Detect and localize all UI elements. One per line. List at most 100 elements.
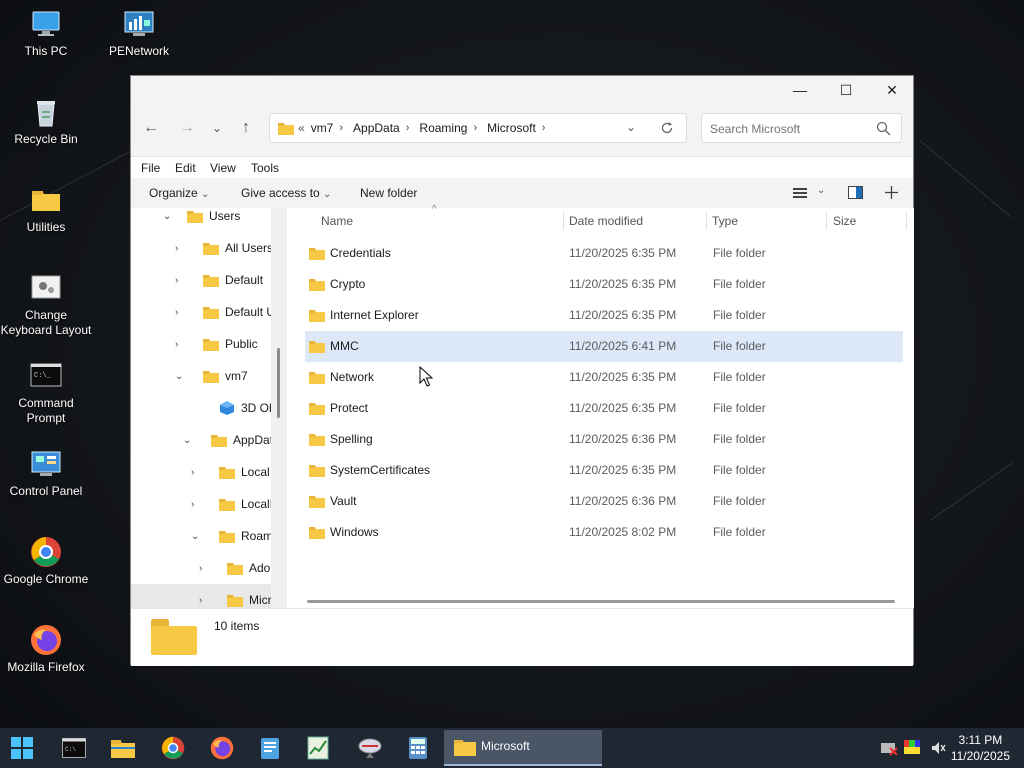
tree-item[interactable]: › All Users: [131, 232, 287, 264]
file-row[interactable]: Credentials 11/20/2025 6:35 PM File folder: [305, 238, 903, 269]
chevron-right-icon[interactable]: ›: [175, 275, 178, 286]
tree-item[interactable]: ⌄ Roamin: [131, 520, 287, 552]
column-header-date[interactable]: Date modified: [569, 208, 643, 234]
taskbar-task-manager[interactable]: [300, 732, 336, 764]
title-bar[interactable]: — ☐ ✕: [131, 76, 913, 104]
desktop-icon-recycle-bin[interactable]: Recycle Bin: [0, 96, 92, 147]
file-row[interactable]: Windows 11/20/2025 8:02 PM File folder: [305, 517, 903, 548]
file-row[interactable]: Network 11/20/2025 6:35 PM File folder: [305, 362, 903, 393]
desktop-icon-change-keyboard-layout[interactable]: Change Keyboard Layout: [0, 272, 92, 338]
organize-button[interactable]: Organize ⌄: [149, 186, 209, 200]
breadcrumb-roaming[interactable]: Roaming: [419, 121, 467, 135]
search-input[interactable]: [708, 118, 872, 140]
chevron-down-icon[interactable]: ⌄: [163, 211, 171, 222]
menu-file[interactable]: File: [141, 161, 160, 175]
refresh-icon[interactable]: [660, 121, 674, 135]
desktop-icon-control-panel[interactable]: Control Panel: [0, 448, 92, 499]
give-access-button[interactable]: Give access to ⌄: [241, 186, 331, 200]
column-divider[interactable]: [706, 212, 707, 230]
system-clock[interactable]: 3:11 PM 11/20/2025: [951, 732, 1010, 764]
add-icon[interactable]: [885, 186, 898, 199]
file-row[interactable]: Spelling 11/20/2025 6:36 PM File folder: [305, 424, 903, 455]
breadcrumb-separator-icon[interactable]: ›: [473, 122, 477, 134]
tree-item[interactable]: › Default: [131, 264, 287, 296]
taskbar-command-prompt[interactable]: C:\: [56, 732, 92, 764]
overflow-crumb[interactable]: «: [298, 121, 305, 135]
scrollbar-thumb[interactable]: [277, 348, 280, 418]
tree-item[interactable]: ⌄ Users: [131, 208, 287, 232]
desktop-icon-command-prompt[interactable]: C:\_ Command Prompt: [0, 360, 92, 426]
new-folder-button[interactable]: New folder: [360, 186, 417, 200]
tree-item[interactable]: › Default Us: [131, 296, 287, 328]
desktop-icon-this-pc[interactable]: This PC: [0, 8, 92, 59]
forward-button[interactable]: →: [173, 116, 201, 140]
taskbar-google-chrome[interactable]: [155, 732, 191, 764]
recent-locations-button[interactable]: ⌄: [203, 116, 231, 140]
desktop-icon-penetwork[interactable]: PENetwork: [93, 8, 185, 59]
file-row[interactable]: SystemCertificates 11/20/2025 6:35 PM File…: [305, 455, 903, 486]
chevron-down-icon[interactable]: ⌄: [175, 371, 183, 382]
breadcrumb-vm7[interactable]: vm7: [311, 121, 334, 135]
chevron-right-icon[interactable]: ›: [175, 307, 178, 318]
file-row[interactable]: Vault 11/20/2025 6:36 PM File folder: [305, 486, 903, 517]
file-row[interactable]: Protect 11/20/2025 6:35 PM File folder: [305, 393, 903, 424]
navigation-scrollbar[interactable]: [271, 208, 287, 608]
tree-item[interactable]: ⌄ AppData: [131, 424, 287, 456]
chevron-right-icon[interactable]: ›: [191, 499, 194, 510]
menu-tools[interactable]: Tools: [251, 161, 279, 175]
preview-pane-icon[interactable]: [848, 186, 863, 199]
search-box[interactable]: [701, 113, 902, 143]
menu-edit[interactable]: Edit: [175, 161, 196, 175]
address-bar[interactable]: « vm7 › AppData › Roaming › Microsoft › …: [269, 113, 687, 143]
chevron-down-icon[interactable]: ⌄: [191, 531, 199, 542]
taskbar-calculator[interactable]: [400, 732, 436, 764]
minimize-button[interactable]: —: [777, 76, 823, 104]
address-history-chevron-icon[interactable]: ⌄: [626, 120, 636, 134]
chevron-right-icon[interactable]: ›: [175, 339, 178, 350]
file-row[interactable]: MMC 11/20/2025 6:41 PM File folder: [305, 331, 903, 362]
horizontal-scrollbar[interactable]: [307, 600, 895, 603]
file-row[interactable]: Internet Explorer 11/20/2025 6:35 PM File …: [305, 300, 903, 331]
taskbar-file-explorer[interactable]: [105, 732, 141, 764]
chevron-right-icon[interactable]: ›: [191, 467, 194, 478]
column-divider[interactable]: [906, 212, 907, 230]
desktop-icon-mozilla-firefox[interactable]: Mozilla Firefox: [0, 624, 92, 675]
menu-view[interactable]: View: [210, 161, 236, 175]
breadcrumb-separator-icon[interactable]: ›: [339, 122, 343, 134]
breadcrumb-appdata[interactable]: AppData: [353, 121, 400, 135]
column-divider[interactable]: [563, 212, 564, 230]
start-button[interactable]: [4, 732, 40, 764]
volume-muted-icon[interactable]: [930, 740, 946, 756]
column-header-size[interactable]: Size: [833, 208, 856, 234]
breadcrumb-separator-icon[interactable]: ›: [542, 122, 546, 134]
tree-item[interactable]: › Adob: [131, 552, 287, 584]
tree-item[interactable]: › LocalLo: [131, 488, 287, 520]
chevron-right-icon[interactable]: ›: [199, 595, 202, 606]
column-header-name[interactable]: Name: [321, 208, 353, 234]
view-dropdown-chevron-icon[interactable]: ⌄: [817, 185, 825, 196]
tree-item[interactable]: › Public: [131, 328, 287, 360]
tree-item[interactable]: › Local: [131, 456, 287, 488]
file-row[interactable]: Crypto 11/20/2025 6:35 PM File folder: [305, 269, 903, 300]
column-header-type[interactable]: Type: [712, 208, 738, 234]
column-divider[interactable]: [826, 212, 827, 230]
chevron-right-icon[interactable]: ›: [199, 563, 202, 574]
taskbar-window-microsoft[interactable]: Microsoft: [444, 730, 602, 766]
search-icon[interactable]: [876, 121, 891, 136]
taskbar-firefox[interactable]: [204, 732, 240, 764]
network-status-icon[interactable]: [880, 740, 898, 756]
up-button[interactable]: ↑: [232, 116, 260, 140]
maximize-button[interactable]: ☐: [823, 76, 869, 104]
back-button[interactable]: ←: [137, 116, 165, 140]
desktop-icon-google-chrome[interactable]: Google Chrome: [0, 536, 92, 587]
display-icon[interactable]: [904, 740, 920, 754]
close-button[interactable]: ✕: [869, 76, 915, 104]
breadcrumb-separator-icon[interactable]: ›: [406, 122, 410, 134]
view-options-icon[interactable]: [793, 187, 807, 199]
tree-item[interactable]: › Micro: [131, 584, 287, 608]
breadcrumb-microsoft[interactable]: Microsoft: [487, 121, 536, 135]
tree-item[interactable]: 3D Objec: [131, 392, 287, 424]
taskbar-network-tool[interactable]: [352, 732, 388, 764]
chevron-down-icon[interactable]: ⌄: [183, 435, 191, 446]
taskbar-notepad[interactable]: [252, 732, 288, 764]
